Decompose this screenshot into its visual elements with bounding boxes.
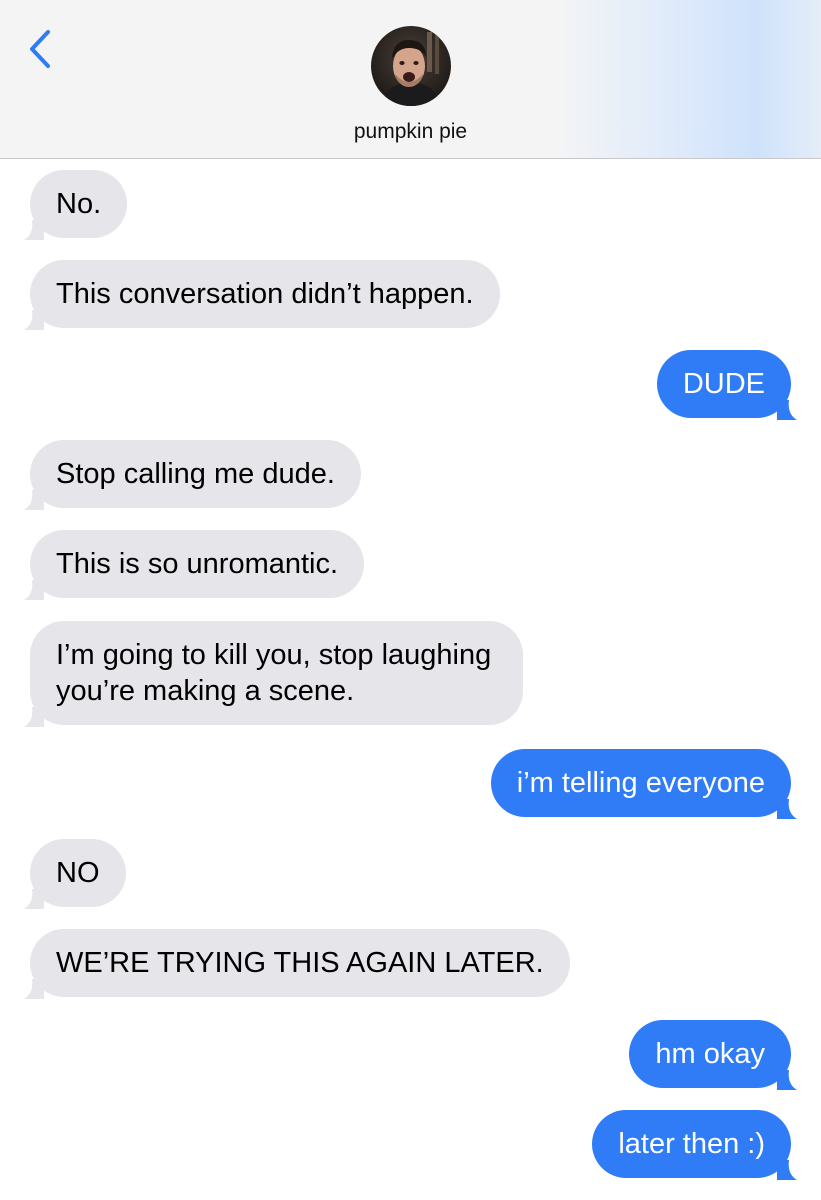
- received-message[interactable]: Stop calling me dude.: [30, 440, 361, 508]
- sent-bubble-tail: [777, 1160, 797, 1180]
- avatar-photo: [371, 26, 451, 106]
- sent-message[interactable]: i’m telling everyone: [490, 749, 791, 817]
- sent-message[interactable]: DUDE: [656, 350, 791, 418]
- received-message[interactable]: This conversation didn’t happen.: [30, 260, 500, 328]
- contact-avatar[interactable]: [371, 26, 451, 106]
- received-message[interactable]: WE’RE TRYING THIS AGAIN LATER.: [30, 929, 570, 997]
- sent-message[interactable]: later then :): [592, 1110, 791, 1178]
- conversation-header: pumpkin pie: [0, 0, 821, 159]
- received-bubble-tail: [24, 220, 44, 240]
- sent-message[interactable]: hm okay: [629, 1020, 791, 1088]
- message-line: you’re making a scene.: [56, 675, 355, 707]
- received-bubble-tail: [24, 490, 44, 510]
- received-bubble-tail: [24, 707, 44, 727]
- received-bubble-tail: [24, 580, 44, 600]
- sent-bubble-tail: [777, 1070, 797, 1090]
- contact-name[interactable]: pumpkin pie: [0, 120, 821, 144]
- received-message[interactable]: This is so unromantic.: [30, 530, 365, 598]
- chevron-left-icon: [30, 30, 50, 68]
- received-bubble-tail: [24, 979, 44, 999]
- back-button[interactable]: [24, 26, 58, 72]
- received-message[interactable]: I’m going to kill you, stop laughing you…: [30, 621, 524, 725]
- received-bubble-tail: [24, 310, 44, 330]
- sent-bubble-tail: [777, 400, 797, 420]
- received-bubble-tail: [24, 889, 44, 909]
- message-line: I’m going to kill you, stop laughing: [56, 639, 492, 671]
- sent-bubble-tail: [777, 799, 797, 819]
